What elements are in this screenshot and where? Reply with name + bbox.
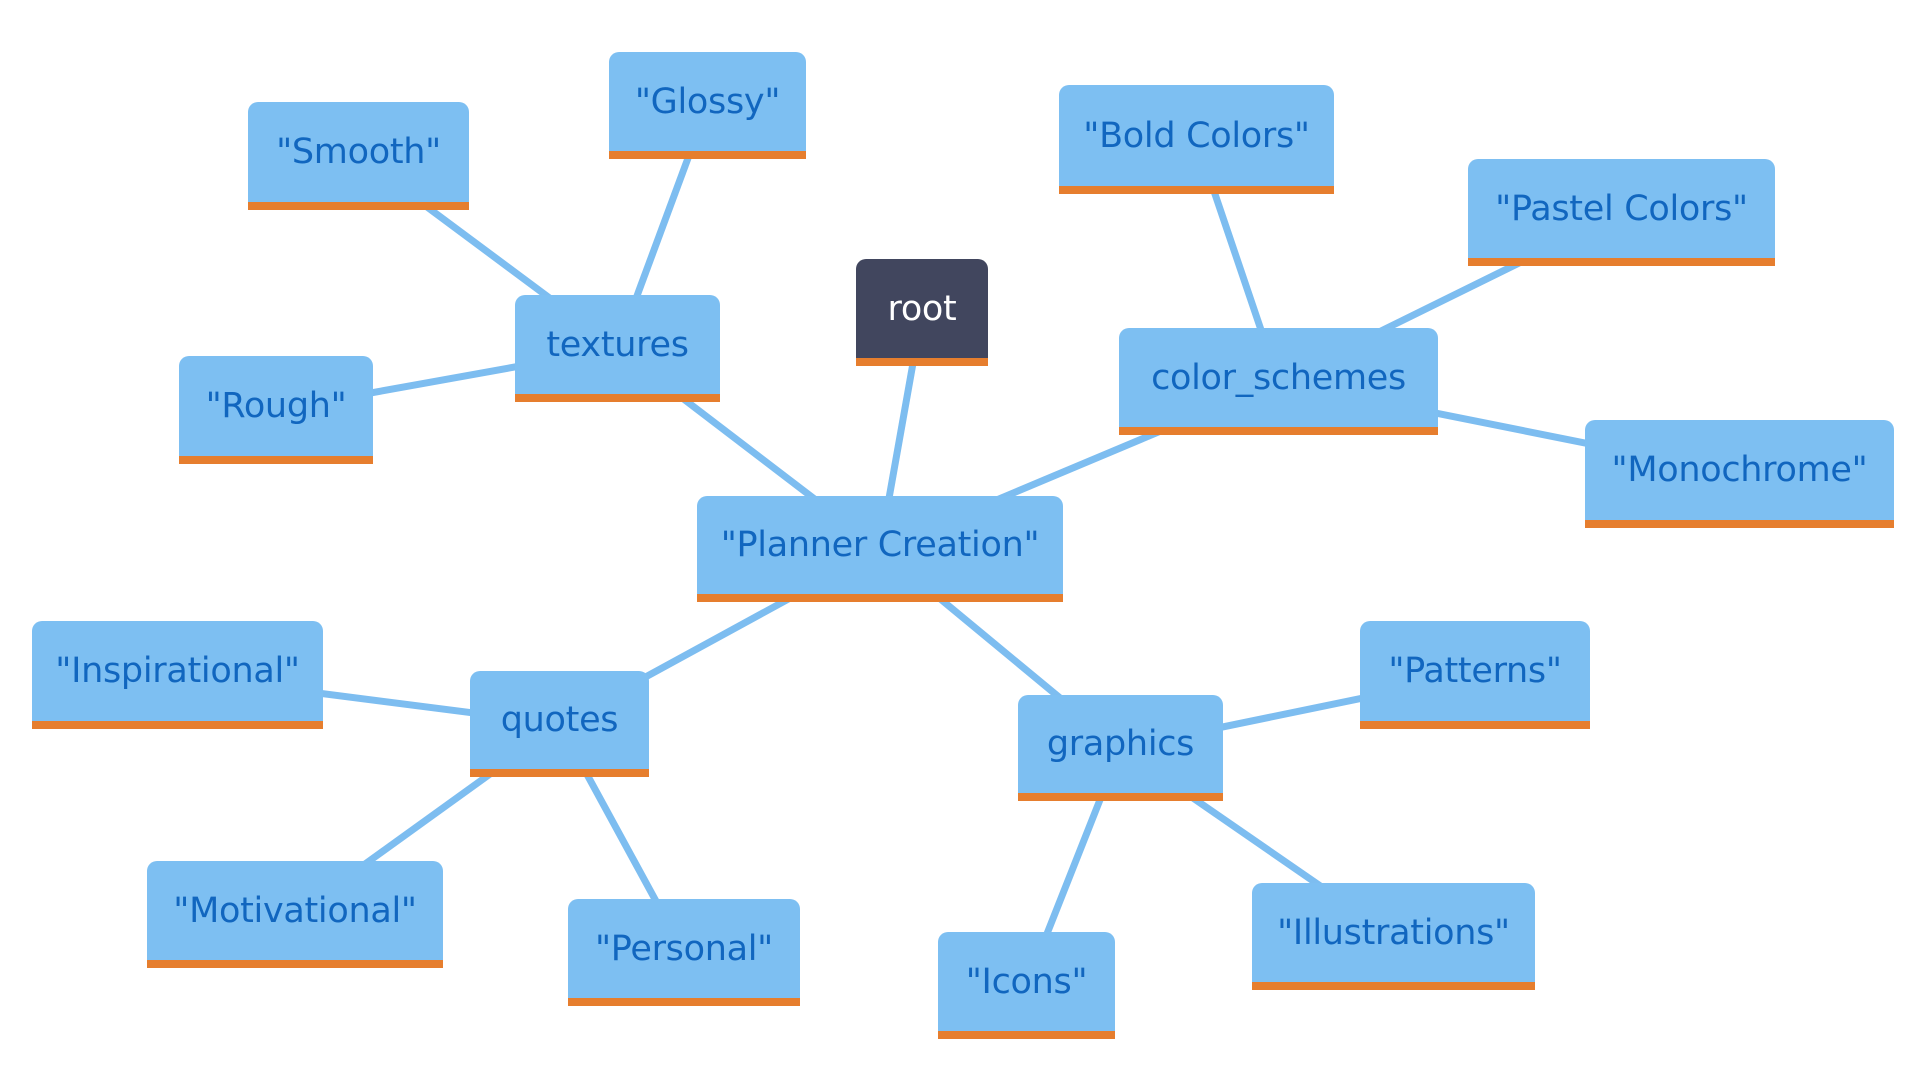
node-label: quotes: [500, 700, 619, 740]
node-rough[interactable]: "Rough": [179, 356, 373, 464]
node-glossy[interactable]: "Glossy": [609, 52, 806, 159]
node-label: graphics: [1046, 724, 1195, 764]
node-label: "Inspirational": [55, 651, 300, 691]
node-label: "Monochrome": [1611, 450, 1868, 490]
node-label: "Patterns": [1388, 651, 1562, 691]
node-label: "Bold Colors": [1083, 115, 1310, 156]
node-label: "Personal": [595, 928, 773, 969]
node-label: textures: [546, 324, 689, 365]
node-smooth[interactable]: "Smooth": [248, 102, 469, 210]
node-label: "Glossy": [634, 81, 781, 122]
node-label: root: [887, 288, 957, 329]
node-label: "Planner Creation": [720, 525, 1040, 565]
node-pastel-colors[interactable]: "Pastel Colors": [1468, 159, 1775, 266]
node-monochrome[interactable]: "Monochrome": [1585, 420, 1894, 528]
node-illustrations[interactable]: "Illustrations": [1252, 883, 1535, 990]
node-label: "Icons": [965, 961, 1088, 1002]
node-color-schemes[interactable]: color_schemes: [1119, 328, 1438, 435]
node-root[interactable]: root: [856, 259, 988, 366]
node-label: "Illustrations": [1277, 912, 1510, 953]
node-label: "Pastel Colors": [1495, 188, 1748, 229]
node-graphics[interactable]: graphics: [1018, 695, 1223, 801]
node-inspirational[interactable]: "Inspirational": [32, 621, 323, 729]
node-label: "Smooth": [276, 132, 441, 172]
node-bold-colors[interactable]: "Bold Colors": [1059, 85, 1334, 194]
node-label: color_schemes: [1151, 357, 1406, 398]
node-personal[interactable]: "Personal": [568, 899, 800, 1006]
node-textures[interactable]: textures: [515, 295, 720, 402]
node-label: "Rough": [205, 386, 347, 426]
node-patterns[interactable]: "Patterns": [1360, 621, 1590, 729]
node-planner-creation[interactable]: "Planner Creation": [697, 496, 1063, 602]
node-icons[interactable]: "Icons": [938, 932, 1115, 1039]
node-label: "Motivational": [173, 890, 417, 931]
node-quotes[interactable]: quotes: [470, 671, 649, 777]
node-motivational[interactable]: "Motivational": [147, 861, 443, 968]
